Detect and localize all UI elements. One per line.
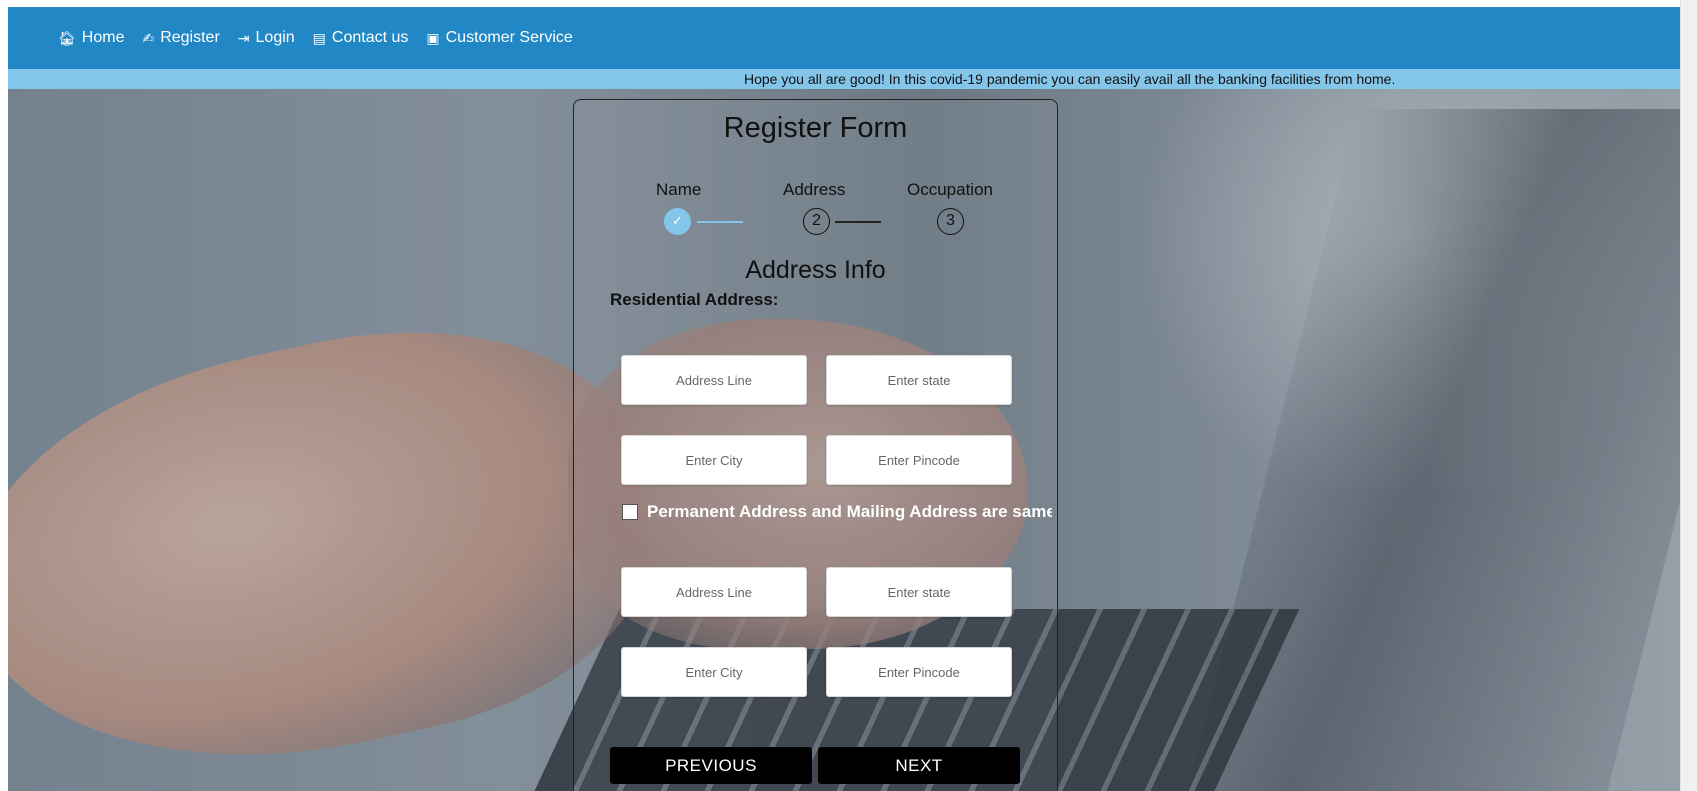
form-title: Register Form bbox=[723, 112, 908, 144]
residential-city-input[interactable] bbox=[621, 435, 807, 485]
top-strip bbox=[0, 0, 1680, 7]
user-register-icon: ✍︎ bbox=[142, 30, 155, 46]
help-icon: ▣ bbox=[426, 30, 440, 46]
same-address-row: Permanent Address and Mailing Address ar… bbox=[622, 502, 1052, 522]
register-form-card: Register Form Name Address Occupation ✓ … bbox=[573, 99, 1058, 791]
permanent-state-input[interactable] bbox=[826, 567, 1012, 617]
step-circle-occupation: 3 bbox=[937, 208, 964, 235]
step-circle-address: 2 bbox=[803, 208, 830, 235]
nav-contact[interactable]: ▤ Contact us bbox=[313, 29, 409, 47]
nav-customer-service-label: Customer Service bbox=[445, 29, 573, 46]
vertical-scrollbar[interactable] bbox=[1680, 0, 1697, 791]
step-completed-icon: ✓ bbox=[664, 208, 691, 235]
announcement-text: Hope you all are good! In this covid-19 … bbox=[744, 71, 1396, 87]
residential-pincode-input[interactable] bbox=[826, 435, 1012, 485]
residential-state-input[interactable] bbox=[826, 355, 1012, 405]
step-connector-2 bbox=[835, 221, 881, 223]
residential-address-label: Residential Address: bbox=[610, 290, 779, 309]
nav-register[interactable]: ✍︎ Register bbox=[142, 29, 219, 47]
login-icon: ⇥ bbox=[237, 30, 250, 46]
residential-address-line-input[interactable] bbox=[621, 355, 807, 405]
permanent-city-input[interactable] bbox=[621, 647, 807, 697]
nav-login[interactable]: ⇥ Login bbox=[238, 29, 295, 47]
nav-contact-label: Contact us bbox=[331, 29, 409, 46]
same-address-checkbox[interactable] bbox=[622, 504, 638, 520]
nav-login-label: Login bbox=[255, 29, 295, 46]
step-label-name: Name bbox=[656, 180, 702, 199]
section-title: Address Info bbox=[745, 256, 886, 284]
next-button[interactable]: NEXT bbox=[818, 747, 1020, 784]
nav-home-label: Home bbox=[81, 29, 125, 46]
previous-button[interactable]: PREVIOUS bbox=[610, 747, 812, 784]
nav-customer-service[interactable]: ▣ Customer Service bbox=[426, 29, 572, 47]
step-label-occupation: Occupation bbox=[907, 180, 993, 199]
nav-register-label: Register bbox=[160, 29, 220, 46]
step-connector-1 bbox=[697, 221, 743, 223]
permanent-pincode-input[interactable] bbox=[826, 647, 1012, 697]
nav-home[interactable]: 🏠︎ Home bbox=[58, 29, 124, 47]
home-icon: 🏠︎ bbox=[58, 30, 76, 46]
same-address-label: Permanent Address and Mailing Address ar… bbox=[647, 502, 1052, 521]
announcement-bar: Hope you all are good! In this covid-19 … bbox=[8, 69, 1680, 89]
contact-card-icon: ▤ bbox=[312, 30, 326, 46]
step-label-address: Address bbox=[783, 180, 846, 199]
navbar: 🏠︎ Home ✍︎ Register ⇥ Login ▤ Contact us… bbox=[8, 7, 1680, 69]
permanent-address-line-input[interactable] bbox=[621, 567, 807, 617]
